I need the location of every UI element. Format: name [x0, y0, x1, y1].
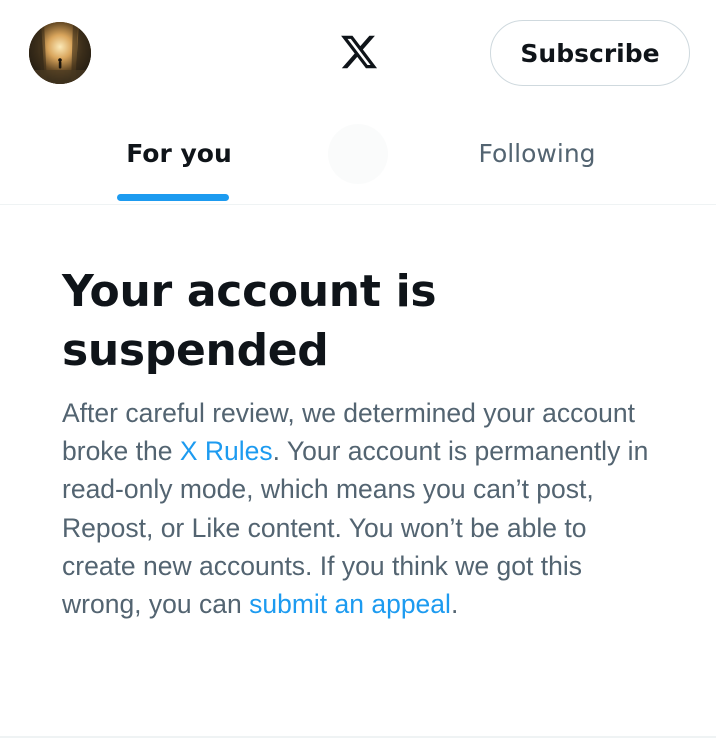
- faint-circle-overlay: [328, 124, 388, 184]
- submit-appeal-link[interactable]: submit an appeal: [249, 589, 451, 619]
- top-bar: Subscribe: [0, 0, 716, 106]
- tab-for-you-label: For you: [126, 139, 232, 168]
- app-root: Subscribe For you Following Your account…: [0, 0, 716, 738]
- x-logo-icon[interactable]: [339, 32, 379, 72]
- selected-tab-indicator: [117, 194, 229, 201]
- tab-following[interactable]: Following: [358, 106, 716, 205]
- x-rules-link[interactable]: X Rules: [180, 436, 273, 466]
- notice-title-line2: suspended: [62, 325, 329, 376]
- suspension-notice: Your account is suspended After careful …: [62, 262, 662, 623]
- notice-body: After careful review, we determined your…: [62, 394, 662, 623]
- notice-title-line1: Your account is: [62, 266, 437, 317]
- avatar-image: [29, 22, 91, 84]
- notice-title: Your account is suspended: [62, 262, 662, 380]
- profile-avatar[interactable]: [29, 22, 91, 84]
- tab-following-label: Following: [478, 139, 596, 168]
- subscribe-button[interactable]: Subscribe: [490, 20, 690, 86]
- notice-body-part3: .: [450, 589, 459, 620]
- tab-for-you[interactable]: For you: [0, 106, 358, 205]
